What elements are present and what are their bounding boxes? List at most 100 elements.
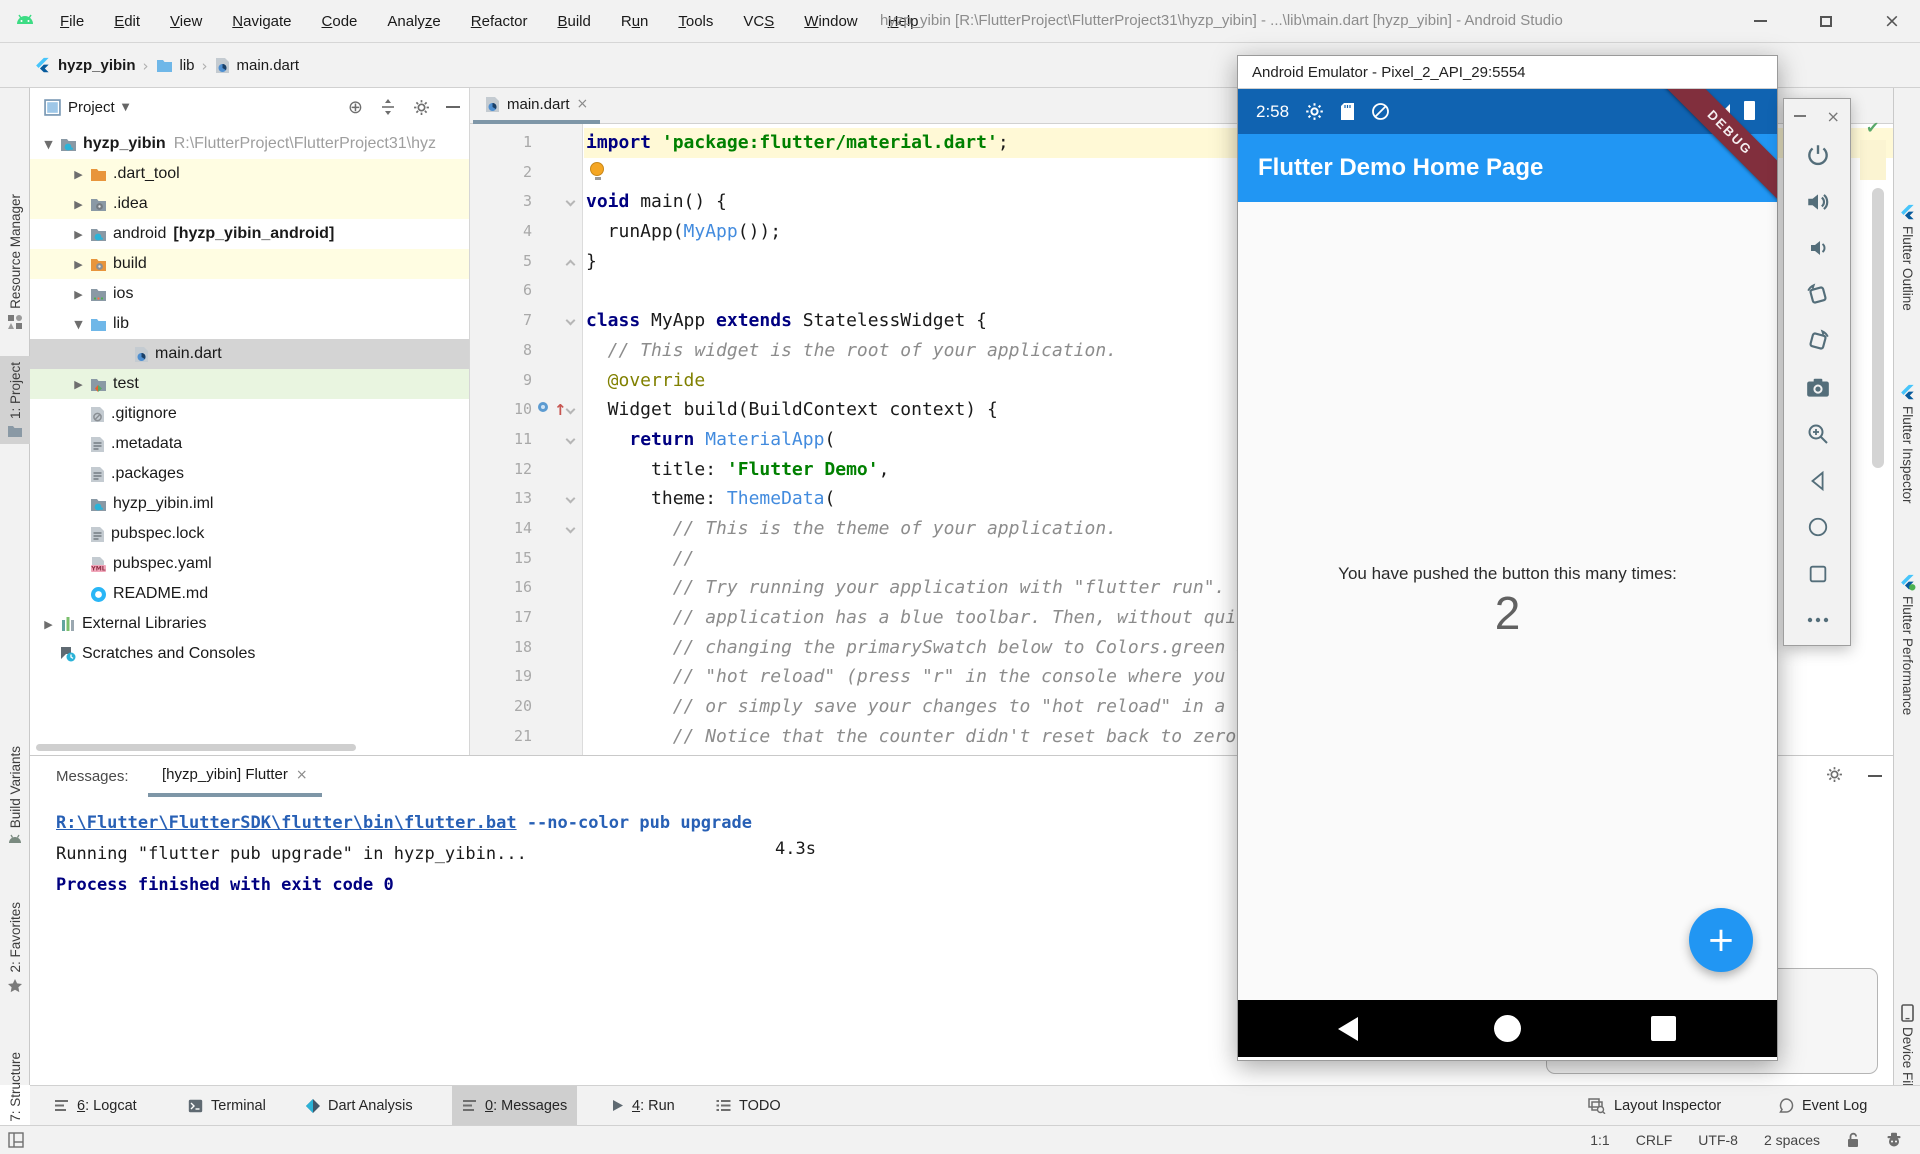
- fold-marker-icon[interactable]: [566, 197, 576, 207]
- status-segment-2-spaces[interactable]: 2 spaces: [1764, 1132, 1820, 1148]
- fold-marker-icon[interactable]: [566, 405, 576, 415]
- tree-item-pubspec-lock[interactable]: pubspec.lock: [30, 519, 470, 549]
- menu-item-code[interactable]: Code: [310, 9, 370, 34]
- toolwindow-button-terminal[interactable]: Terminal: [178, 1086, 276, 1125]
- toolwindow-grid-icon[interactable]: [8, 1132, 24, 1148]
- maximize-button[interactable]: [1798, 0, 1854, 42]
- intention-bulb-icon[interactable]: [590, 162, 604, 176]
- hide-panel-icon[interactable]: [446, 106, 460, 108]
- sidebar-item-build-variants[interactable]: Build Variants: [0, 740, 30, 851]
- fold-marker-icon[interactable]: [566, 494, 576, 504]
- tree-item-ios[interactable]: ▶ios: [30, 279, 470, 309]
- toolwindow-button-todo[interactable]: TODO: [706, 1086, 791, 1125]
- menu-item-edit[interactable]: Edit: [102, 9, 152, 34]
- tree-collapse-arrow-icon[interactable]: ▶: [72, 168, 85, 181]
- fold-marker-icon[interactable]: [566, 523, 576, 533]
- emulator-back-icon[interactable]: [1784, 461, 1852, 501]
- emulator-title-bar[interactable]: Android Emulator - Pixel_2_API_29:5554: [1238, 56, 1777, 89]
- emulator-close-icon[interactable]: ×: [1826, 107, 1839, 126]
- emulator-rotate-left-icon[interactable]: [1784, 275, 1852, 315]
- emulator-overview-icon[interactable]: [1784, 554, 1852, 594]
- emulator-more-icon[interactable]: [1784, 600, 1852, 640]
- console-link[interactable]: R:\Flutter\FlutterSDK\flutter\bin\flutte…: [56, 813, 517, 833]
- minimize-button[interactable]: [1732, 0, 1788, 42]
- fold-marker-icon[interactable]: [566, 434, 576, 444]
- fold-marker-icon[interactable]: [566, 259, 576, 269]
- tree-item-android[interactable]: ▶android[hyzp_yibin_android]: [30, 219, 470, 249]
- tree-expanded-arrow-icon[interactable]: ▼: [72, 318, 85, 331]
- tree-item-hyzp-yibin-iml[interactable]: hyzp_yibin.iml: [30, 489, 470, 519]
- close-button[interactable]: ×: [1864, 0, 1920, 42]
- menu-item-refactor[interactable]: Refactor: [459, 9, 540, 34]
- menu-item-view[interactable]: View: [158, 9, 214, 34]
- locate-file-icon[interactable]: ⊕: [348, 97, 363, 118]
- tree-collapse-arrow-icon[interactable]: ▶: [42, 618, 55, 631]
- tree-collapse-arrow-icon[interactable]: ▶: [72, 378, 85, 391]
- tree-collapse-arrow-icon[interactable]: ▶: [72, 288, 85, 301]
- nav-recents-button[interactable]: [1651, 1016, 1676, 1041]
- sidebar-item-flutter-outline[interactable]: Flutter Outline: [1894, 200, 1920, 315]
- menu-item-run[interactable]: Run: [609, 9, 661, 34]
- toolwindow-button-layout-inspector[interactable]: Layout Inspector: [1578, 1086, 1731, 1125]
- emulator-minimize-icon[interactable]: [1794, 115, 1806, 117]
- toolwindow-button-event-log[interactable]: Event Log: [1768, 1086, 1877, 1125]
- sidebar-item-flutter-inspector[interactable]: Flutter Inspector: [1894, 380, 1920, 508]
- menu-item-file[interactable]: File: [48, 9, 96, 34]
- menu-item-vcs[interactable]: VCS: [731, 9, 786, 34]
- tab-flutter-messages[interactable]: [hyzp_yibin] Flutter ×: [148, 756, 322, 797]
- project-panel-header[interactable]: Project ▼ ⊕: [30, 88, 470, 126]
- menu-item-tools[interactable]: Tools: [666, 9, 725, 34]
- tree-item--metadata[interactable]: .metadata: [30, 429, 470, 459]
- horizontal-scrollbar[interactable]: [36, 744, 356, 751]
- emulator-rotate-right-icon[interactable]: [1784, 321, 1852, 361]
- tree-item-test[interactable]: ▶test: [30, 369, 470, 399]
- nav-home-button[interactable]: [1494, 1015, 1521, 1042]
- breadcrumb-item-lib[interactable]: lib: [180, 57, 195, 74]
- close-icon[interactable]: ×: [296, 767, 308, 783]
- emulator-power-icon[interactable]: [1784, 135, 1852, 175]
- collapse-all-icon[interactable]: [379, 98, 397, 116]
- tree-item--idea[interactable]: ▶.idea: [30, 189, 470, 219]
- tree-collapse-arrow-icon[interactable]: ▶: [72, 258, 85, 271]
- tree-collapse-arrow-icon[interactable]: ▶: [72, 198, 85, 211]
- override-marker-icon[interactable]: [538, 402, 548, 412]
- tree-item-scratches-and-consoles[interactable]: Scratches and Consoles: [30, 639, 470, 669]
- nav-back-button[interactable]: [1338, 1017, 1358, 1041]
- menu-item-window[interactable]: Window: [792, 9, 869, 34]
- inspection-ok-icon[interactable]: ✔: [1866, 118, 1879, 137]
- breadcrumb-item-hyzp_yibin[interactable]: hyzp_yibin: [58, 57, 136, 74]
- editor-scrollbar[interactable]: [1872, 188, 1884, 468]
- tree-item-readme-md[interactable]: README.md: [30, 579, 470, 609]
- breadcrumb-item-main.dart[interactable]: main.dart: [237, 57, 300, 74]
- toolwindow-button-dart-analysis[interactable]: Dart Analysis: [296, 1086, 423, 1125]
- tree-item--dart-tool[interactable]: ▶.dart_tool: [30, 159, 470, 189]
- tree-item-build[interactable]: ▶build: [30, 249, 470, 279]
- toolwindow-button-0-messages[interactable]: 0: Messages: [452, 1086, 577, 1125]
- tree-expanded-arrow-icon[interactable]: ▼: [42, 138, 55, 151]
- emulator-home-icon[interactable]: [1784, 507, 1852, 547]
- toolwindow-button-4-run[interactable]: 4: Run: [602, 1086, 685, 1125]
- status-segment-crlf[interactable]: CRLF: [1636, 1132, 1673, 1148]
- fab-increment-button[interactable]: +: [1689, 908, 1753, 972]
- tree-item-lib[interactable]: ▼lib: [30, 309, 470, 339]
- sidebar-item-flutter-performance[interactable]: Flutter Performance: [1894, 570, 1920, 719]
- menu-item-navigate[interactable]: Navigate: [220, 9, 303, 34]
- fold-marker-icon[interactable]: [566, 316, 576, 326]
- gear-icon[interactable]: [1826, 766, 1843, 783]
- tree-item-main-dart[interactable]: main.dart: [30, 339, 470, 369]
- gear-icon[interactable]: [413, 99, 430, 116]
- status-segment-utf-8[interactable]: UTF-8: [1698, 1132, 1738, 1148]
- emulator-camera-icon[interactable]: [1784, 368, 1852, 408]
- tree-item-pubspec-yaml[interactable]: YMLpubspec.yaml: [30, 549, 470, 579]
- status-segment-1-1[interactable]: 1:1: [1590, 1132, 1609, 1148]
- tree-collapse-arrow-icon[interactable]: ▶: [72, 228, 85, 241]
- toolwindow-button-6-logcat[interactable]: 6: Logcat: [44, 1086, 147, 1125]
- hide-panel-icon[interactable]: [1868, 775, 1882, 777]
- tree-item-external-libraries[interactable]: ▶External Libraries: [30, 609, 470, 639]
- emulator-volume-down-icon[interactable]: [1784, 228, 1852, 268]
- emulator-volume-up-icon[interactable]: [1784, 182, 1852, 222]
- close-icon[interactable]: ×: [577, 96, 589, 112]
- tree-item-hyzp-yibin[interactable]: ▼hyzp_yibinR:\FlutterProject\FlutterProj…: [30, 129, 470, 159]
- emulator-zoom-icon[interactable]: [1784, 414, 1852, 454]
- menu-item-build[interactable]: Build: [545, 9, 602, 34]
